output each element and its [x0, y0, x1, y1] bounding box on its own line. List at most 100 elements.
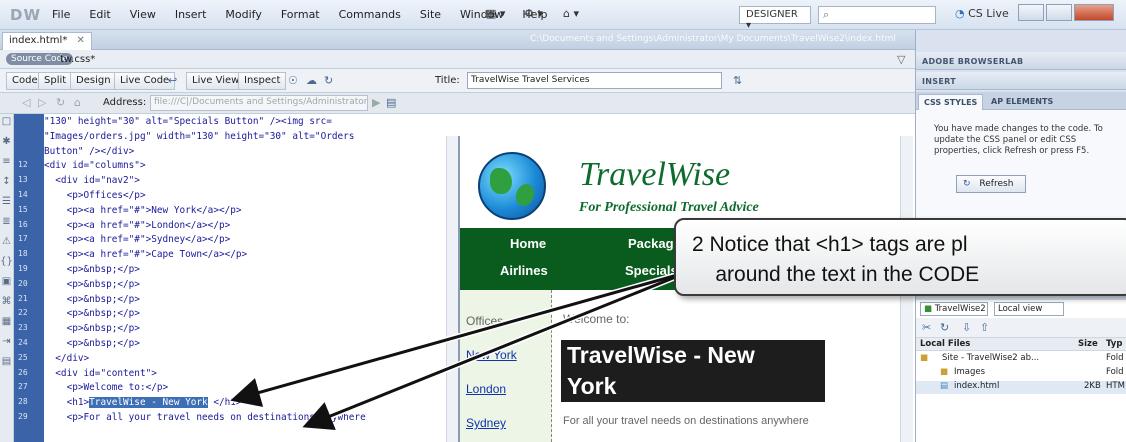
- code-text: <p>&nbsp;</p>: [44, 293, 140, 305]
- page-heading[interactable]: TravelWise - New York: [561, 340, 825, 402]
- nav-package[interactable]: Package: [628, 236, 681, 251]
- wrap-tag-icon[interactable]: ▣: [0, 276, 13, 294]
- recent-snippets-icon[interactable]: ⌘: [0, 296, 13, 314]
- page-title-input[interactable]: TravelWise Travel Services: [467, 72, 722, 89]
- menu-site[interactable]: Site: [420, 8, 441, 21]
- code-line[interactable]: <div id="nav2">: [44, 175, 140, 186]
- file-row[interactable]: ■ Site - TravelWise2 ab... Fold: [916, 353, 1126, 366]
- collapse-tag-icon[interactable]: ✱: [0, 136, 13, 154]
- inspect-button[interactable]: Inspect: [238, 72, 287, 90]
- code-line[interactable]: <p>Welcome to:</p>: [44, 382, 169, 394]
- code-line[interactable]: <div id="columns">: [44, 160, 146, 171]
- connect-icon[interactable]: ✂: [922, 321, 931, 334]
- back-icon[interactable]: ◁: [22, 96, 30, 109]
- code-line[interactable]: <p><a href="#">London</a></p>: [44, 220, 231, 231]
- design-view-button[interactable]: Design: [70, 72, 117, 90]
- browserlab-panel-header[interactable]: ADOBE BROWSERLAB: [916, 52, 1126, 70]
- view-select[interactable]: Local view: [994, 302, 1064, 316]
- nav-home[interactable]: Home: [510, 236, 546, 251]
- get-files-icon[interactable]: ⇩: [962, 321, 971, 334]
- menu-view[interactable]: View: [130, 8, 156, 21]
- multiscreen-icon[interactable]: ☉: [288, 74, 298, 87]
- line-number: 29: [18, 412, 28, 421]
- preview-icon[interactable]: ☁: [306, 74, 317, 87]
- menu-modify[interactable]: Modify: [225, 8, 261, 21]
- expand-all-icon[interactable]: ≡: [0, 156, 13, 174]
- code-line[interactable]: <h1>TravelWise - New York </h1>: [44, 397, 242, 409]
- live-view-button[interactable]: Live View: [186, 72, 246, 90]
- code-line[interactable]: <p>&nbsp;</p>: [44, 279, 140, 290]
- reload-icon[interactable]: ↻: [56, 96, 65, 109]
- file-row[interactable]: ▤ index.html 2KB HTM: [916, 381, 1126, 394]
- address-input[interactable]: file:///C|/Documents and Settings/Admini…: [150, 95, 368, 111]
- files-refresh-icon[interactable]: ↻: [940, 321, 949, 334]
- line-numbers-icon[interactable]: ≣: [0, 216, 13, 234]
- code-line[interactable]: <p>Offices</p>: [44, 190, 146, 201]
- cs-live-button[interactable]: ◔ CS Live: [955, 7, 1009, 20]
- filter-icon[interactable]: ▽: [897, 53, 905, 66]
- code-line[interactable]: <p><a href="#">Cape Town</a></p>: [44, 249, 248, 260]
- code-text: <p>Welcome to:</p>: [44, 382, 169, 394]
- code-line[interactable]: </div>: [44, 353, 89, 364]
- file-management-icon[interactable]: ⇅: [733, 74, 742, 87]
- balance-braces-icon[interactable]: ☰: [0, 196, 13, 214]
- document-tab[interactable]: index.html* ✕: [2, 32, 92, 50]
- go-icon[interactable]: ▶: [372, 96, 380, 109]
- menu-commands[interactable]: Commands: [339, 8, 401, 21]
- code-line[interactable]: <p>&nbsp;</p>: [44, 294, 140, 305]
- refresh-button[interactable]: ↻ Refresh: [956, 175, 1026, 193]
- side-london[interactable]: London: [466, 382, 506, 396]
- refresh-icon[interactable]: ↻: [324, 74, 333, 87]
- tab-css-styles[interactable]: CSS STYLES: [918, 94, 984, 110]
- site-button[interactable]: ⌂ ▾: [563, 7, 579, 20]
- minimize-button[interactable]: [1018, 4, 1044, 21]
- code-view[interactable]: "130" height="30" alt="Specials Button" …: [44, 114, 457, 442]
- menu-insert[interactable]: Insert: [175, 8, 207, 21]
- live-code-options-icon[interactable]: ↩: [168, 74, 177, 87]
- highlight-invalid-icon[interactable]: ⚠: [0, 236, 13, 254]
- side-sydney[interactable]: Sydney: [466, 416, 506, 430]
- menu-file[interactable]: File: [52, 8, 70, 21]
- open-documents-icon[interactable]: □: [0, 116, 13, 134]
- menu-edit[interactable]: Edit: [89, 8, 110, 21]
- nav-airlines[interactable]: Airlines: [500, 263, 548, 278]
- close-button[interactable]: [1074, 4, 1114, 21]
- menu-format[interactable]: Format: [281, 8, 320, 21]
- site-select[interactable]: ■ TravelWise2 al: [920, 302, 988, 316]
- nav-specials[interactable]: Specials: [625, 263, 678, 278]
- indent-icon[interactable]: ⇥: [0, 336, 13, 354]
- code-line[interactable]: <p>&nbsp;</p>: [44, 264, 140, 275]
- split-view-button[interactable]: Split: [38, 72, 73, 90]
- format-source-icon[interactable]: ▤: [0, 356, 13, 374]
- code-line[interactable]: <p><a href="#">New York</a></p>: [44, 205, 242, 216]
- maximize-button[interactable]: [1046, 4, 1072, 21]
- file-row[interactable]: ■ Images Fold: [916, 367, 1126, 380]
- code-line[interactable]: <p>&nbsp;</p>: [44, 338, 140, 349]
- close-tab-icon[interactable]: ✕: [77, 35, 85, 46]
- code-line[interactable]: "130" height="30" alt="Specials Button" …: [44, 116, 332, 127]
- code-line[interactable]: "Images/orders.jpg" width="130" height="…: [44, 131, 354, 142]
- apply-comment-icon[interactable]: {}: [0, 256, 13, 274]
- code-line[interactable]: <p>&nbsp;</p>: [44, 323, 140, 334]
- put-files-icon[interactable]: ⇧: [980, 321, 989, 334]
- layout-button[interactable]: ▦ ▾: [486, 7, 505, 20]
- insert-panel-header[interactable]: INSERT: [916, 72, 1126, 90]
- forward-icon[interactable]: ▷: [38, 96, 46, 109]
- home-icon[interactable]: ⌂: [74, 96, 81, 109]
- code-scrollbar[interactable]: [446, 136, 458, 442]
- related-css-file[interactable]: tw.css*: [60, 54, 95, 65]
- side-new-york[interactable]: New York: [466, 348, 517, 362]
- code-line[interactable]: <p>&nbsp;</p>: [44, 308, 140, 319]
- workspace-switcher[interactable]: DESIGNER ▾: [739, 6, 811, 31]
- move-css-icon[interactable]: ▦: [0, 316, 13, 334]
- code-line[interactable]: <p>For all your travel needs on destinat…: [44, 412, 366, 423]
- select-parent-tag-icon[interactable]: ↕: [0, 176, 13, 194]
- help-search-input[interactable]: ⌕: [818, 6, 936, 24]
- live-code-button[interactable]: Live Code: [114, 72, 176, 90]
- code-line[interactable]: <div id="content">: [44, 368, 157, 379]
- code-line[interactable]: <p><a href="#">Sydney</a></p>: [44, 234, 231, 245]
- tab-ap-elements[interactable]: AP ELEMENTS: [986, 94, 1058, 110]
- browser-options-icon[interactable]: ▤: [386, 96, 396, 109]
- code-line[interactable]: Button" /></div>: [44, 146, 134, 157]
- extensions-button[interactable]: ⚙ ▾: [524, 7, 543, 20]
